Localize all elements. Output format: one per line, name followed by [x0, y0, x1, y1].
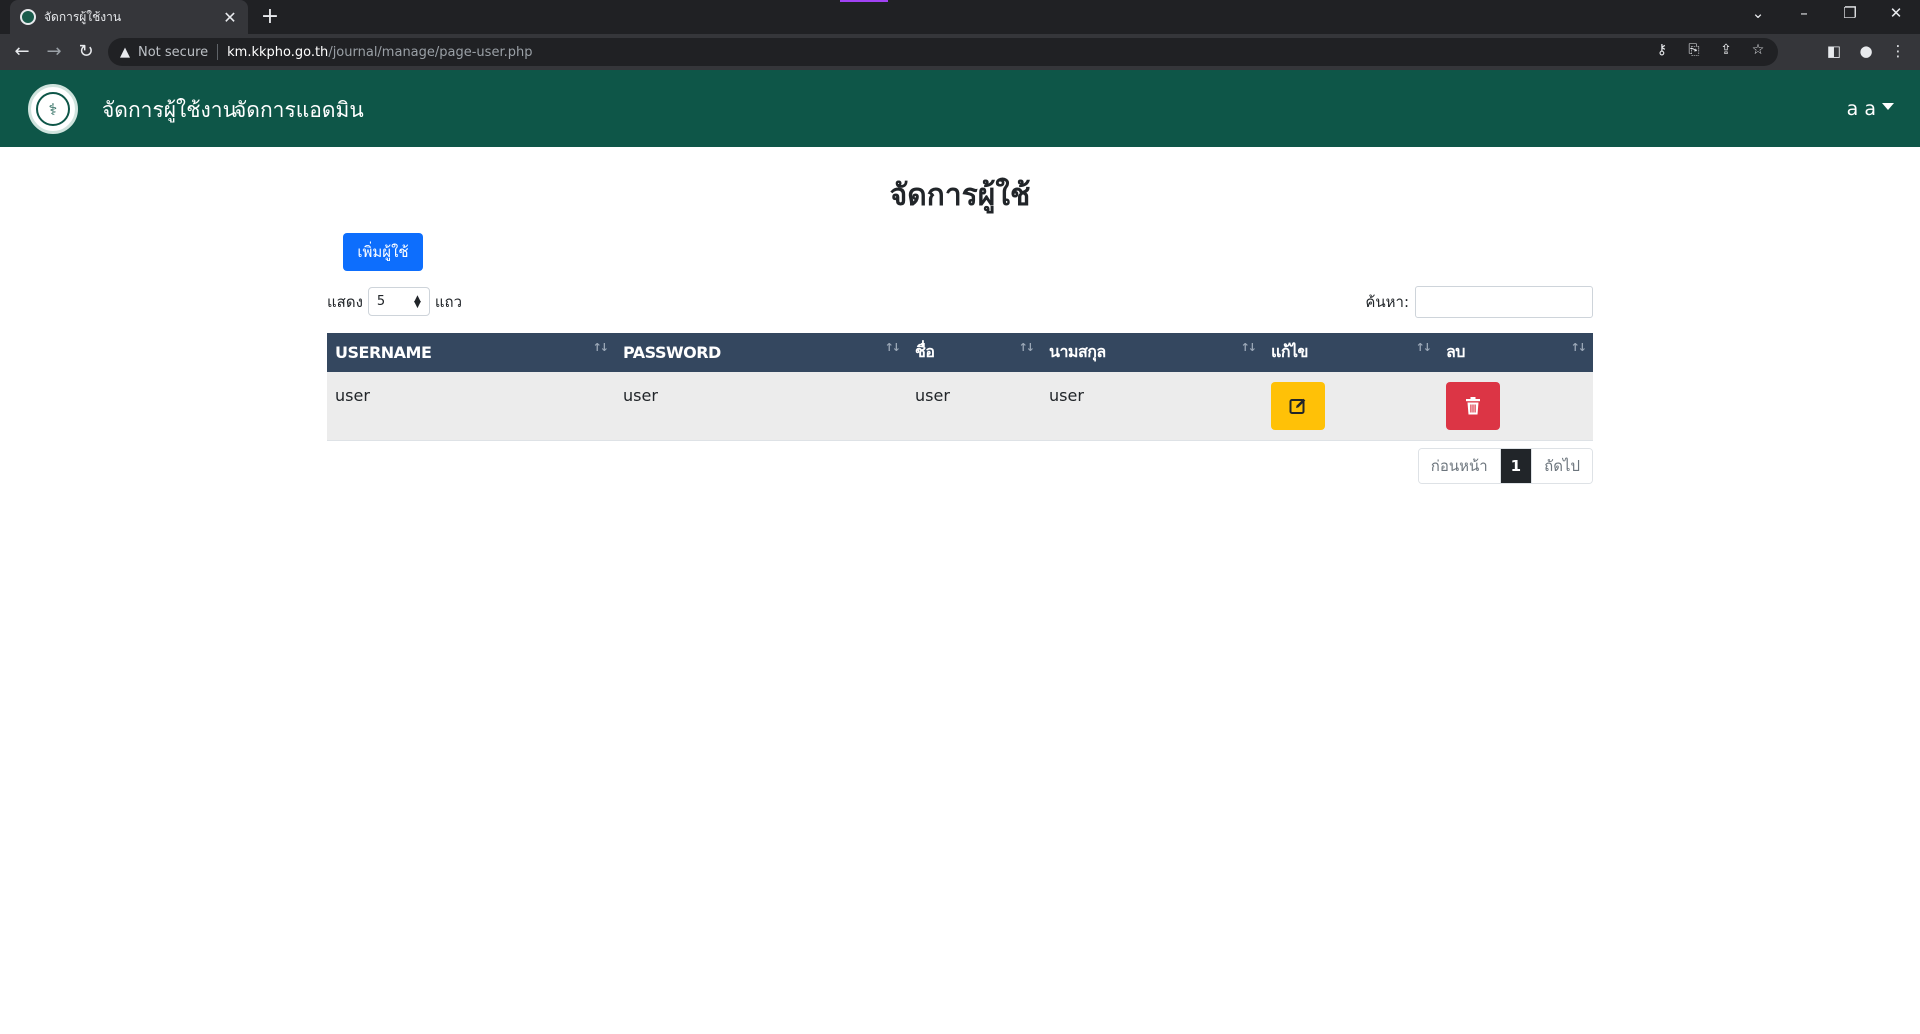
show-label: แสดง: [327, 292, 363, 311]
close-window-button[interactable]: ✕: [1884, 4, 1908, 22]
next-page-button[interactable]: ถัดไป: [1531, 449, 1592, 483]
users-table: USERNAME ↑↓ PASSWORD ↑↓ ชื่อ ↑↓ นามสกุล ↑↓ แ…: [327, 333, 1593, 441]
previous-page-button[interactable]: ก่อนหน้า: [1418, 449, 1500, 483]
cell-username: user: [327, 372, 615, 441]
side-panel-icon[interactable]: ◧: [1824, 42, 1844, 60]
search-input[interactable]: [1415, 286, 1593, 318]
page-1-button[interactable]: 1: [1499, 449, 1532, 483]
share-icon[interactable]: ⇪: [1716, 42, 1736, 58]
trash-icon: [1466, 397, 1480, 415]
cell-delete: [1438, 372, 1593, 441]
column-header-edit[interactable]: แก้ไข ↑↓: [1263, 333, 1438, 372]
add-user-button[interactable]: เพิ่มผู้ใช้: [343, 233, 423, 271]
nav-link-manage-users[interactable]: จัดการผู้ใช้งาน: [102, 94, 237, 127]
table-header-row: USERNAME ↑↓ PASSWORD ↑↓ ชื่อ ↑↓ นามสกุล ↑↓ แ…: [327, 333, 1593, 372]
security-label: Not secure: [138, 44, 209, 60]
browser-toolbar: ← → ↻ ▲ Not secure km.kkpho.go.th /journ…: [0, 34, 1920, 70]
page-length-control: แสดง 5 ▲ ▼ แถว: [327, 287, 462, 316]
forward-icon[interactable]: →: [42, 40, 66, 64]
new-tab-button[interactable]: +: [258, 5, 282, 29]
tab-strip-indicator: [840, 0, 888, 2]
user-dropdown[interactable]: a a: [1847, 98, 1894, 120]
edit-button[interactable]: [1271, 382, 1325, 430]
caduceus-icon: ⚕: [36, 92, 70, 126]
restore-button[interactable]: ❐: [1838, 4, 1862, 22]
browser-tabbar: จัดการผู้ใช้งาน ✕ + ⌄ – ❐ ✕: [0, 0, 1920, 34]
rows-label: แถว: [434, 292, 463, 311]
user-name: a a: [1846, 98, 1876, 120]
minimize-button[interactable]: –: [1792, 4, 1816, 22]
sort-icon: ↑↓: [1018, 341, 1036, 354]
sort-icon: ↑↓: [1415, 341, 1433, 354]
search-control: ค้นหา:: [1365, 286, 1593, 318]
translate-icon[interactable]: ⎘: [1684, 42, 1704, 58]
search-label: ค้นหา:: [1365, 293, 1409, 311]
column-header-last-name[interactable]: นามสกุล ↑↓: [1041, 333, 1263, 372]
divider: [217, 44, 219, 60]
menu-kebab-icon[interactable]: ⋮: [1888, 42, 1908, 60]
column-header-delete[interactable]: ลบ ↑↓: [1438, 333, 1593, 372]
table-row: user user user user: [327, 372, 1593, 441]
warning-icon: ▲: [120, 44, 130, 60]
tab-search-icon[interactable]: ⌄: [1746, 4, 1770, 22]
sort-icon: ↑↓: [1240, 341, 1258, 354]
url-host: km.kkpho.go.th: [227, 44, 329, 60]
pagination: ก่อนหน้า 1 ถัดไป: [1417, 448, 1593, 484]
nav-link-manage-admins[interactable]: จัดการแอดมิน: [234, 94, 364, 127]
sort-icon: ↑↓: [884, 341, 902, 354]
cell-last-name: user: [1041, 372, 1263, 441]
browser-tab[interactable]: จัดการผู้ใช้งาน ✕: [10, 0, 248, 34]
column-header-first-name[interactable]: ชื่อ ↑↓: [907, 333, 1041, 372]
column-header-password[interactable]: PASSWORD ↑↓: [615, 333, 907, 372]
cell-first-name: user: [907, 372, 1041, 441]
site-favicon-icon: [20, 9, 36, 25]
edit-icon: [1289, 398, 1306, 414]
page-length-value: 5: [376, 294, 386, 309]
cell-edit: [1263, 372, 1438, 441]
column-header-username[interactable]: USERNAME ↑↓: [327, 333, 615, 372]
url-path: /journal/manage/page-user.php: [328, 44, 533, 60]
sort-icon: ↑↓: [1570, 341, 1588, 354]
app-navbar: ⚕ จัดการผู้ใช้งาน จัดการแอดมิน a a: [0, 70, 1920, 147]
profile-icon[interactable]: ●: [1856, 42, 1876, 60]
sort-icon: ↑↓: [592, 341, 610, 354]
address-bar[interactable]: ▲ Not secure km.kkpho.go.th /journal/man…: [108, 38, 1778, 66]
select-arrows-icon: ▲ ▼: [413, 293, 421, 310]
delete-button[interactable]: [1446, 382, 1500, 430]
omnibox-actions: ⚷ ⎘ ⇪ ☆: [1652, 42, 1768, 58]
caret-down-icon: [1882, 103, 1894, 110]
page-title: จัดการผู้ใช้: [889, 178, 1031, 213]
reload-icon[interactable]: ↻: [74, 40, 98, 64]
ministry-logo[interactable]: ⚕: [28, 84, 78, 134]
back-icon[interactable]: ←: [10, 40, 34, 64]
cell-password: user: [615, 372, 907, 441]
bookmark-star-icon[interactable]: ☆: [1748, 42, 1768, 58]
tab-title: จัดการผู้ใช้งาน: [44, 9, 122, 24]
page-length-select[interactable]: 5 ▲ ▼: [367, 287, 430, 316]
close-tab-icon[interactable]: ✕: [222, 8, 238, 27]
key-icon[interactable]: ⚷: [1652, 42, 1672, 58]
